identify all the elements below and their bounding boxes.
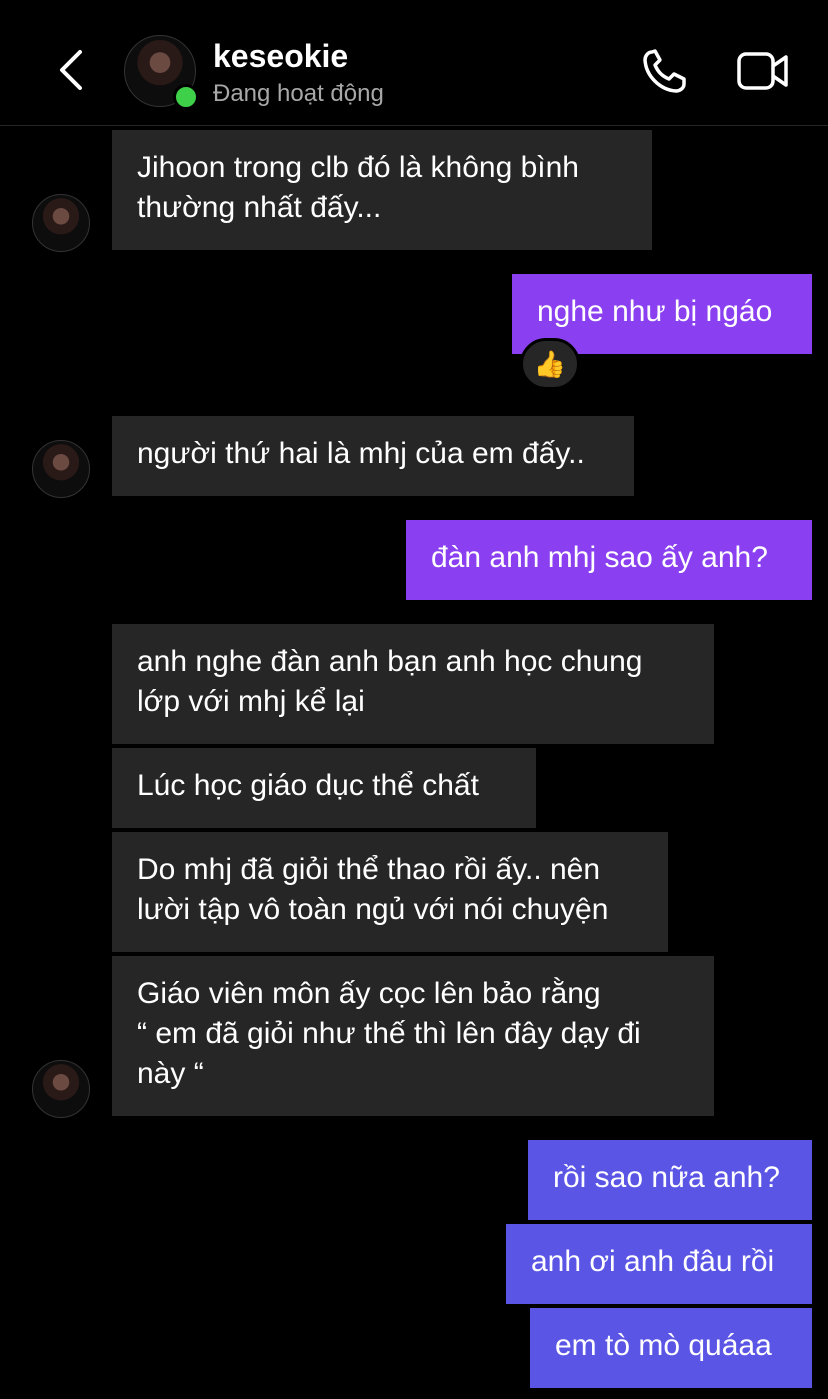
chevron-left-icon[interactable] [52,46,92,94]
incoming-message[interactable]: người thứ hai là mhj của em đấy.. [112,416,634,496]
chat-header: keseokie Đang hoạt động [0,0,828,126]
outgoing-message[interactable]: anh ơi anh đâu rồi [506,1224,812,1304]
sender-avatar[interactable] [32,1060,90,1118]
outgoing-message[interactable]: em tò mò quáaa [530,1308,812,1388]
online-status-dot [173,84,199,110]
video-camera-icon[interactable] [736,48,790,94]
incoming-message[interactable]: anh nghe đàn anh bạn anh học chung lớp v… [112,624,714,744]
outgoing-message[interactable]: đàn anh mhj sao ấy anh? [406,520,812,600]
phone-icon[interactable] [640,48,690,96]
incoming-message[interactable]: Jihoon trong clb đó là không bình thường… [112,130,652,250]
incoming-message[interactable]: Lúc học giáo dục thể chất [112,748,536,828]
sender-avatar[interactable] [32,194,90,252]
activity-status: Đang hoạt động [213,80,384,107]
outgoing-message[interactable]: rồi sao nữa anh? [528,1140,812,1220]
incoming-message[interactable]: Giáo viên môn ấy cọc lên bảo rằng “ em đ… [112,956,714,1116]
contact-username[interactable]: keseokie [213,38,348,75]
thumbs-up-reaction[interactable]: 👍 [520,338,580,390]
incoming-message[interactable]: Do mhj đã giỏi thể thao rồi ấy.. nên lườ… [112,832,668,952]
sender-avatar[interactable] [32,440,90,498]
